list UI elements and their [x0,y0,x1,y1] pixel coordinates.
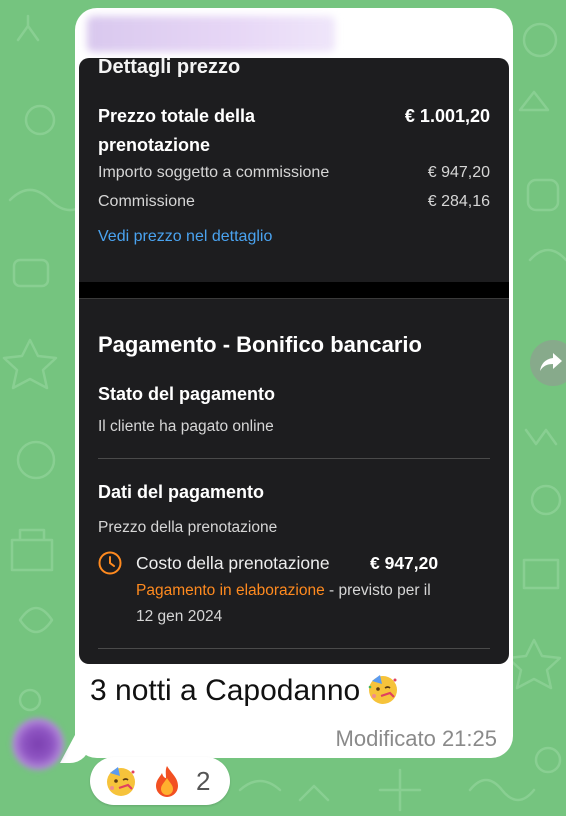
booking-cost-value: € 947,20 [370,553,439,573]
message-meta: Modificato 21:25 [336,726,497,752]
payment-expected-text: - previsto per il [324,582,431,599]
reactions-bar[interactable]: 2 [90,757,230,805]
attached-screenshot[interactable]: Dettagli prezzo Prezzo totale della pren… [79,58,509,664]
payment-status-text: Il cliente ha pagato online [98,418,274,435]
edited-label: Modificato [335,726,436,751]
total-price-value: € 1.001,20 [404,106,490,126]
payment-expected-date: 12 gen 2024 [136,608,223,625]
share-arrow-icon [540,353,562,371]
payment-processing-status: Pagamento in elaborazione [136,582,325,599]
commissionable-amount-value: € 947,20 [427,164,490,181]
reaction-count: 2 [196,766,211,796]
section-separator-line [79,298,509,299]
booking-cost-label: Costo della prenotazione [136,553,330,573]
partying-face-reaction-icon[interactable] [104,764,138,798]
message-time: 21:25 [441,726,497,751]
divider [98,648,490,649]
message-bubble[interactable]: Dettagli prezzo Prezzo totale della pren… [75,8,513,758]
caption-text: 3 notti a Capodanno [90,674,361,707]
section-separator-band [79,282,509,298]
total-price-label: Prezzo totale della prenotazione [98,106,256,155]
commission-value: € 284,16 [427,193,490,210]
sender-name-redacted [87,16,335,52]
sender-avatar[interactable] [12,718,64,770]
partying-face-icon [366,672,400,706]
payment-status-title: Stato del pagamento [98,384,276,404]
message-caption: 3 notti a Capodanno [90,672,400,708]
price-detail-link[interactable]: Vedi prezzo nel dettaglio [98,228,272,246]
payment-data-title: Dati del pagamento [98,482,265,502]
payment-processing-line: Pagamento in elaborazione - previsto per… [136,582,431,600]
fire-reaction-icon[interactable] [150,764,184,798]
booking-price-label: Prezzo della prenotazione [98,519,278,536]
clock-icon [98,551,122,575]
divider [98,458,490,459]
payment-section-title: Pagamento - Bonifico bancario [98,332,422,357]
price-details-title: Dettagli prezzo [98,58,241,78]
